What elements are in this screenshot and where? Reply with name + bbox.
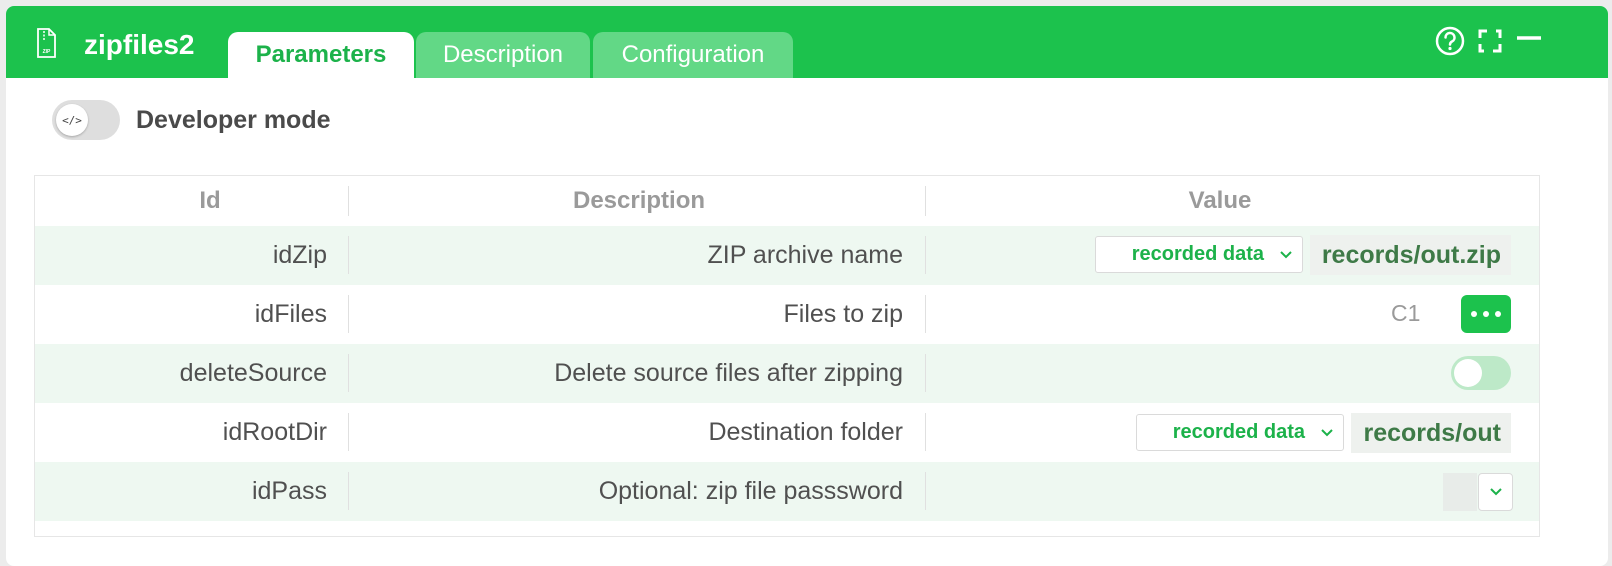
param-id: deleteSource — [179, 359, 327, 387]
svg-text:ZIP: ZIP — [43, 49, 51, 55]
param-description: Optional: zip file passsword — [598, 477, 903, 505]
delete-source-toggle[interactable] — [1451, 356, 1511, 390]
parameters-table: Id Description Value idZip ZIP archive n… — [34, 175, 1540, 537]
column-divider — [925, 186, 926, 216]
password-field[interactable] — [1443, 473, 1477, 511]
param-id: idPass — [251, 477, 327, 505]
column-divider — [348, 186, 349, 216]
header-id: Id — [199, 187, 221, 214]
tab-description[interactable]: Description — [416, 32, 590, 78]
header-description: Description — [572, 187, 706, 214]
column-divider — [925, 236, 926, 274]
column-divider — [348, 472, 349, 510]
param-id: idFiles — [254, 300, 327, 328]
toggle-knob — [1454, 359, 1482, 387]
node-title: zipfiles2 — [84, 29, 195, 60]
table-row: idZip ZIP archive name recorded data rec… — [35, 226, 1539, 285]
chevron-down-icon — [1490, 488, 1502, 496]
column-divider — [348, 354, 349, 392]
param-description: Delete source files after zipping — [554, 359, 903, 387]
param-description: Destination folder — [708, 418, 903, 446]
chevron-down-icon — [1321, 429, 1333, 437]
column-divider — [348, 413, 349, 451]
param-description: Files to zip — [783, 300, 903, 328]
help-icon[interactable] — [1433, 24, 1467, 58]
header-value: Value — [1188, 187, 1252, 214]
code-icon: </> — [56, 104, 88, 136]
tab-configuration[interactable]: Configuration — [593, 32, 793, 78]
column-reference: C1 — [1391, 300, 1421, 326]
value-field[interactable]: records/out.zip — [1310, 235, 1511, 275]
expand-icon[interactable] — [1473, 24, 1507, 58]
dot — [1471, 311, 1477, 317]
tab-parameters[interactable]: Parameters — [228, 32, 414, 78]
dot — [1483, 311, 1489, 317]
param-id: idRootDir — [222, 418, 327, 446]
title-bar: ZIP zipfiles2 Parameters Description Con… — [6, 6, 1608, 78]
column-divider — [348, 236, 349, 274]
table-row: idFiles Files to zip C1 — [35, 285, 1539, 344]
password-dropdown[interactable] — [1478, 473, 1513, 511]
table-row: idPass Optional: zip file passsword — [35, 462, 1539, 521]
column-divider — [925, 354, 926, 392]
column-divider — [925, 413, 926, 451]
minimize-icon[interactable] — [1512, 24, 1546, 58]
dot — [1495, 311, 1501, 317]
zip-file-icon: ZIP — [37, 28, 56, 58]
column-divider — [348, 295, 349, 333]
source-select-value: recorded data — [1172, 421, 1305, 443]
source-select-value: recorded data — [1131, 243, 1264, 265]
node-window: ZIP zipfiles2 Parameters Description Con… — [6, 6, 1608, 566]
param-description: ZIP archive name — [707, 241, 903, 269]
developer-mode-toggle[interactable]: </> — [52, 100, 120, 140]
column-divider — [925, 472, 926, 510]
table-row: idRootDir Destination folder recorded da… — [35, 403, 1539, 462]
value-field[interactable]: records/out — [1351, 413, 1511, 453]
param-id: idZip — [272, 241, 327, 269]
table-row: deleteSource Delete source files after z… — [35, 344, 1539, 403]
chevron-down-icon — [1280, 251, 1292, 259]
column-divider — [925, 295, 926, 333]
source-select[interactable]: recorded data — [1095, 236, 1303, 273]
developer-mode-label: Developer mode — [136, 106, 331, 134]
more-options-button[interactable] — [1461, 295, 1511, 333]
source-select[interactable]: recorded data — [1136, 414, 1344, 451]
